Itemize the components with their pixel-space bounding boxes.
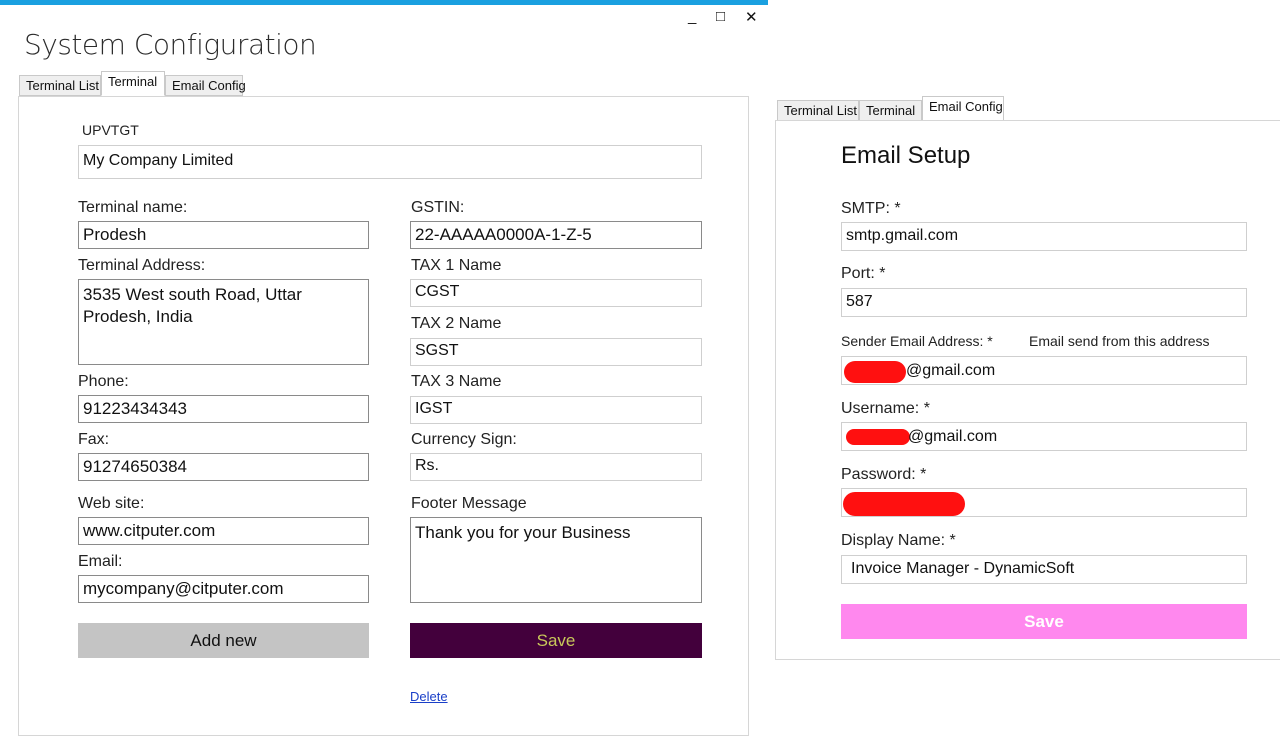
website-input[interactable]: www.citputer.com <box>78 517 369 545</box>
terminal-name-input[interactable]: Prodesh <box>78 221 369 249</box>
terminal-address-input[interactable]: 3535 West south Road, Uttar Prodesh, Ind… <box>78 279 369 365</box>
minimize-button[interactable]: _ <box>688 8 696 25</box>
smtp-input[interactable]: smtp.gmail.com <box>841 222 1247 251</box>
redaction-mark <box>844 361 906 383</box>
terminal-code: UPVTGT <box>82 122 139 138</box>
close-button[interactable]: ✕ <box>745 8 758 26</box>
gstin-input[interactable]: 22-AAAAA0000A-1-Z-5 <box>410 221 702 249</box>
tax3-label: TAX 3 Name <box>411 373 502 390</box>
redaction-mark <box>846 429 910 445</box>
window-title: System Configuration <box>24 28 317 61</box>
tax2-label: TAX 2 Name <box>411 315 502 332</box>
tax1-input[interactable]: CGST <box>410 279 702 307</box>
port-label: Port: * <box>841 265 886 282</box>
tax2-input[interactable]: SGST <box>410 338 702 366</box>
username-suffix: @gmail.com <box>908 428 998 445</box>
sender-email-label: Sender Email Address: * <box>841 333 993 349</box>
maximize-button[interactable]: □ <box>716 8 725 25</box>
fax-input[interactable]: 91274650384 <box>78 453 369 481</box>
website-label: Web site: <box>78 495 145 512</box>
email-save-button[interactable]: Save <box>841 604 1247 639</box>
save-button[interactable]: Save <box>410 623 702 658</box>
tab-email-config-2[interactable]: Email Config <box>922 96 1004 121</box>
sender-email-suffix: @gmail.com <box>906 362 996 379</box>
email-input[interactable]: mycompany@citputer.com <box>78 575 369 603</box>
tax1-label: TAX 1 Name <box>411 257 502 274</box>
sender-email-hint: Email send from this address <box>1029 333 1210 349</box>
username-label: Username: * <box>841 400 930 417</box>
gstin-label: GSTIN: <box>411 199 465 216</box>
tab-terminal-2[interactable]: Terminal <box>859 100 922 121</box>
sender-email-input[interactable]: @gmail.com <box>841 356 1247 385</box>
email-setup-heading: Email Setup <box>841 142 971 169</box>
company-name-input[interactable]: My Company Limited <box>78 145 702 179</box>
tab-terminal-list[interactable]: Terminal List <box>19 75 101 96</box>
tab-terminal[interactable]: Terminal <box>101 71 165 96</box>
currency-input[interactable]: Rs. <box>410 453 702 481</box>
smtp-label: SMTP: * <box>841 200 901 217</box>
tab-email-config[interactable]: Email Config <box>165 75 246 96</box>
password-label: Password: * <box>841 466 927 483</box>
display-name-label: Display Name: * <box>841 532 956 549</box>
fax-label: Fax: <box>78 431 110 448</box>
currency-label: Currency Sign: <box>411 431 517 448</box>
add-new-button[interactable]: Add new <box>78 623 369 658</box>
display-name-input[interactable]: Invoice Manager - DynamicSoft <box>841 555 1247 584</box>
footer-message-input[interactable]: Thank you for your Business <box>410 517 702 603</box>
redaction-mark <box>843 492 965 516</box>
email-label: Email: <box>78 553 123 570</box>
password-input[interactable] <box>841 488 1247 517</box>
tax3-input[interactable]: IGST <box>410 396 702 424</box>
terminal-name-label: Terminal name: <box>78 199 188 216</box>
tab-terminal-list-2[interactable]: Terminal List <box>777 100 859 121</box>
port-input[interactable]: 587 <box>841 288 1247 317</box>
phone-label: Phone: <box>78 373 129 390</box>
window-accent-bar <box>0 0 768 5</box>
terminal-address-label: Terminal Address: <box>78 257 206 274</box>
footer-label: Footer Message <box>411 495 527 512</box>
username-input[interactable]: @gmail.com <box>841 422 1247 451</box>
phone-input[interactable]: 91223434343 <box>78 395 369 423</box>
delete-link[interactable]: Delete <box>410 689 448 704</box>
